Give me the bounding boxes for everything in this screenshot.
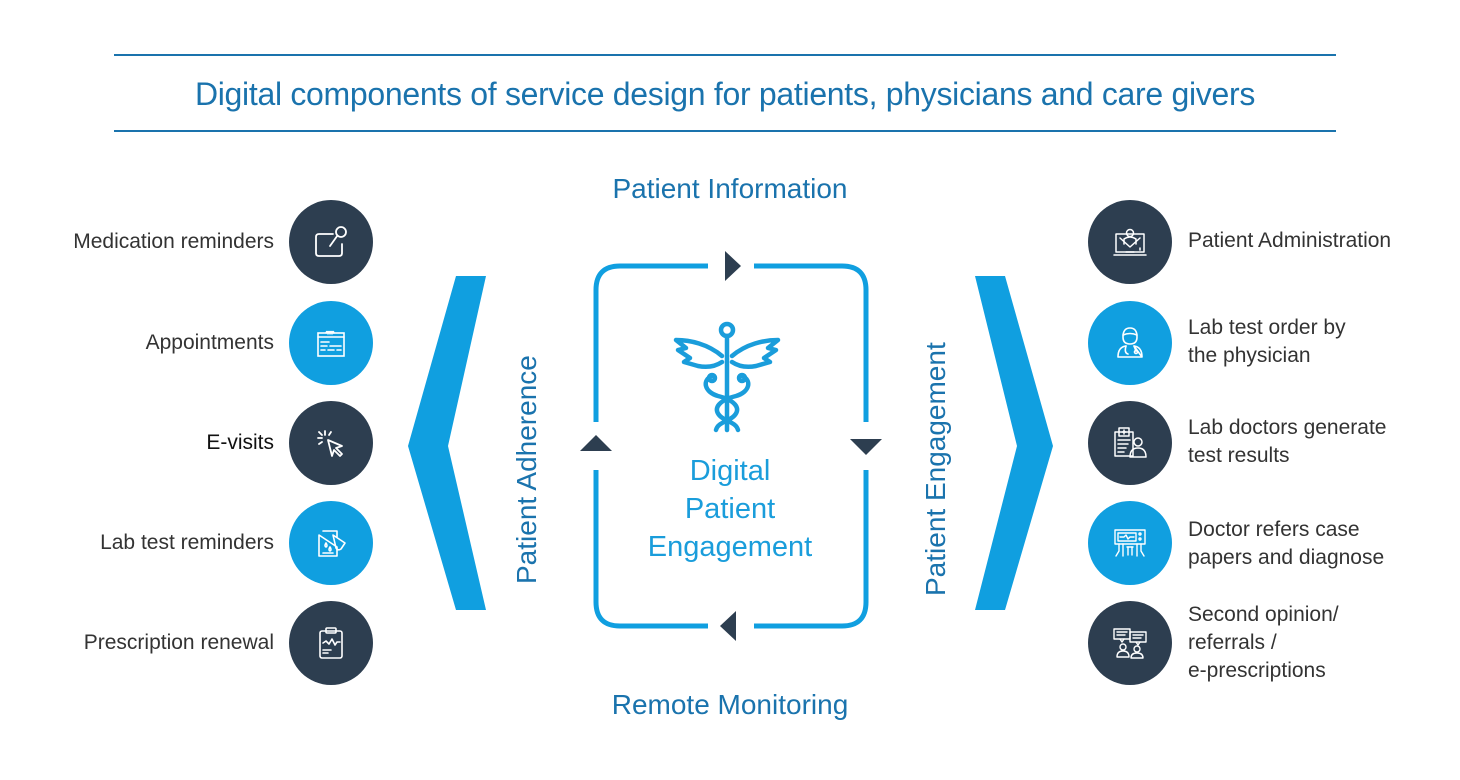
lab-report-test-tube-icon bbox=[318, 530, 346, 557]
calendar-icon bbox=[317, 330, 345, 357]
page-title: Digital components of service design for… bbox=[194, 76, 1256, 112]
left-item-e-visits bbox=[289, 401, 373, 485]
arrow-left-icon bbox=[720, 611, 736, 641]
left-chevron-bracket bbox=[408, 276, 486, 610]
left-item-medication-reminders bbox=[289, 200, 373, 284]
center-title-line: Digital bbox=[689, 455, 771, 487]
cursor-click-icon bbox=[317, 430, 343, 457]
vertical-label-patient-engagement: Patient Engagement bbox=[920, 342, 951, 596]
right-item-label: Lab test order by the physician bbox=[1188, 314, 1346, 370]
right-item-label: Doctor refers case papers and diagnose bbox=[1188, 516, 1384, 572]
pushpin-note-icon bbox=[315, 226, 347, 257]
left-item-label: E-visits bbox=[206, 431, 274, 454]
center-title-line: Patient bbox=[684, 493, 776, 525]
monitor-consultation-icon bbox=[1114, 529, 1146, 557]
laptop-patient-icon bbox=[1113, 228, 1147, 256]
right-item-second-opinion bbox=[1088, 601, 1172, 685]
left-item-label: Appointments bbox=[145, 331, 274, 354]
right-item-label-line: test results bbox=[1188, 444, 1290, 467]
center-title-line: Engagement bbox=[647, 531, 813, 563]
medical-record-doctor-icon bbox=[1114, 427, 1147, 458]
right-item-label-line: Lab test order by bbox=[1188, 316, 1346, 339]
title-bottom-rule bbox=[114, 130, 1336, 132]
right-item-label-line: papers and diagnose bbox=[1188, 546, 1385, 569]
right-item-lab-doctors bbox=[1088, 401, 1172, 485]
right-chevron-bracket bbox=[975, 276, 1053, 610]
vertical-label-patient-adherence: Patient Adherence bbox=[511, 355, 542, 584]
cycle-label-bottom: Remote Monitoring bbox=[611, 689, 849, 720]
left-item-lab-test-reminders bbox=[289, 501, 373, 585]
center-title: Digital Patient Engagement bbox=[600, 452, 860, 566]
right-item-label: Lab doctors generate test results bbox=[1188, 414, 1386, 470]
right-item-label-line: e-prescriptions bbox=[1188, 659, 1326, 682]
right-item-patient-administration bbox=[1088, 200, 1172, 284]
right-item-lab-test-order bbox=[1088, 301, 1172, 385]
left-item-label: Prescription renewal bbox=[83, 631, 274, 654]
left-item-label: Lab test reminders bbox=[100, 531, 274, 554]
right-item-label: Second opinion/ referrals / e-prescripti… bbox=[1188, 601, 1339, 685]
title-top-rule bbox=[114, 54, 1336, 56]
left-item-label: Medication reminders bbox=[73, 230, 274, 253]
right-item-label-line: the physician bbox=[1188, 344, 1311, 367]
right-item-doctor-refers bbox=[1088, 501, 1172, 585]
cycle-frame bbox=[580, 251, 882, 641]
right-item-label-line: Second opinion/ bbox=[1188, 603, 1339, 626]
right-item-label-line: Lab doctors generate bbox=[1188, 416, 1387, 439]
left-item-appointments bbox=[289, 301, 373, 385]
arrow-right-icon bbox=[725, 251, 741, 281]
arrow-up-icon bbox=[580, 435, 612, 451]
doctors-discussion-icon bbox=[1113, 628, 1147, 659]
clipboard-ecg-icon bbox=[319, 627, 343, 659]
right-item-label-line: Patient Administration bbox=[1188, 229, 1392, 252]
left-item-prescription-renewal bbox=[289, 601, 373, 685]
caduceus-icon bbox=[673, 321, 781, 433]
right-item-label: Patient Administration bbox=[1188, 227, 1391, 255]
right-item-label-line: referrals / bbox=[1188, 631, 1277, 654]
right-item-label-line: Doctor refers case bbox=[1188, 518, 1360, 541]
doctor-stethoscope-icon bbox=[1117, 327, 1143, 358]
cycle-label-top: Patient Information bbox=[612, 173, 848, 204]
